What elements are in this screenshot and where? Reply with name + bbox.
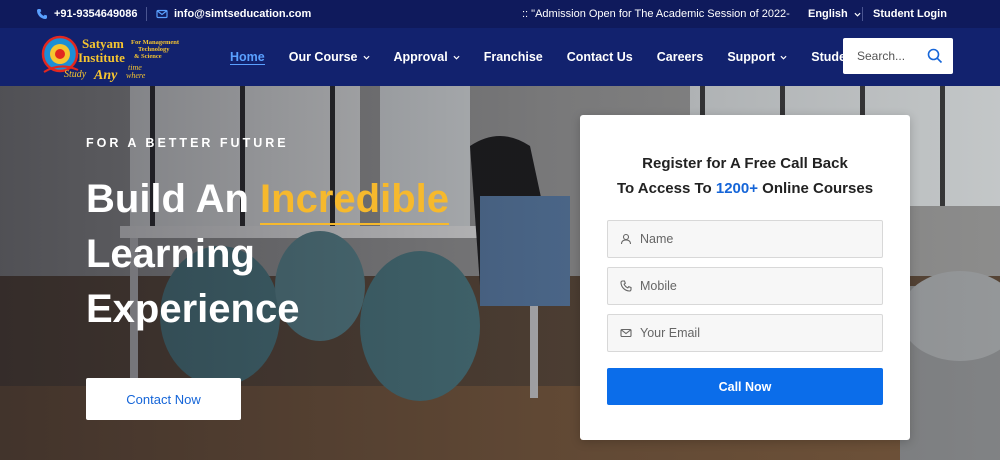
headline-part-c: Experience xyxy=(86,287,300,331)
ticker-text: :: "Admission Open for The Academic Sess… xyxy=(522,8,790,20)
nav-item-label: Contact Us xyxy=(566,50,633,64)
callback-form-card: Register for A Free Call Back To Access … xyxy=(580,115,910,440)
nav-item-label: Approval xyxy=(393,50,448,64)
chevron-down-icon xyxy=(854,12,861,17)
mobile-input[interactable] xyxy=(640,279,870,293)
logo-side-line2: Technology xyxy=(138,46,170,53)
email-input[interactable] xyxy=(640,326,870,340)
student-login-link[interactable]: Student Login xyxy=(873,0,947,28)
course-count: 1200+ xyxy=(715,180,759,197)
hero-headline: Build An Incredible Learning Experience xyxy=(86,172,526,337)
student-login-label: Student Login xyxy=(873,8,947,20)
search-icon[interactable] xyxy=(927,48,943,64)
language-selector[interactable]: English xyxy=(808,0,861,28)
name-field[interactable] xyxy=(607,220,883,258)
divider xyxy=(862,7,863,21)
nav-menu: Home Our Course Approval Franchise Contact U… xyxy=(230,28,927,86)
nav-item-label: Careers xyxy=(656,50,704,64)
mobile-field[interactable] xyxy=(607,267,883,305)
nav-item-label: Franchise xyxy=(483,50,543,64)
nav-item-our-course[interactable]: Our Course xyxy=(289,28,370,86)
nav-item-label: Home xyxy=(230,50,265,64)
hero-eyebrow: FOR A BETTER FUTURE xyxy=(86,136,289,150)
mail-icon xyxy=(156,9,168,19)
phone-contact[interactable]: +91-9354649086 xyxy=(36,0,138,28)
announcement-ticker: :: "Admission Open for The Academic Sess… xyxy=(522,0,790,28)
chevron-down-icon xyxy=(453,55,460,60)
form-title-line2-b: Online Courses xyxy=(758,180,874,197)
nav-item-home[interactable]: Home xyxy=(230,28,265,86)
email-contact[interactable]: info@simtseducation.com xyxy=(156,0,311,28)
hero-section: FOR A BETTER FUTURE Build An Incredible … xyxy=(0,86,1000,460)
form-title: Register for A Free Call Back To Access … xyxy=(580,151,910,201)
user-icon xyxy=(620,233,632,245)
nav-item-label: Our Course xyxy=(288,50,358,64)
phone-icon xyxy=(620,280,632,292)
name-input[interactable] xyxy=(640,232,870,246)
nav-item-label: Support xyxy=(727,50,776,64)
main-nav: Satyam Institute For Management Technolo… xyxy=(0,28,1000,86)
form-title-line1: Register for A Free Call Back xyxy=(642,155,848,172)
headline-highlight: Incredible xyxy=(260,177,449,225)
nav-item-careers[interactable]: Careers xyxy=(657,28,704,86)
logo-tagline-study: Study xyxy=(64,69,87,80)
logo-name-line2: Institute xyxy=(78,50,125,65)
phone-icon xyxy=(37,9,47,19)
logo-tagline-any: Any xyxy=(93,68,118,82)
top-bar: +91-9354649086 info@simtseducation.com :… xyxy=(0,0,1000,28)
nav-item-contact-us[interactable]: Contact Us xyxy=(567,28,633,86)
nav-item-support[interactable]: Support xyxy=(727,28,787,86)
contact-now-button[interactable]: Contact Now xyxy=(86,378,241,420)
email-address: info@simtseducation.com xyxy=(174,8,312,20)
logo-tagline-where: where xyxy=(126,71,146,80)
nav-item-approval[interactable]: Approval xyxy=(394,28,460,86)
headline-part-a: Build An xyxy=(86,177,261,221)
logo-name-line1: Satyam xyxy=(82,36,124,51)
form-title-line2-a: To Access To xyxy=(616,180,716,197)
email-field[interactable] xyxy=(607,314,883,352)
nav-item-franchise[interactable]: Franchise xyxy=(484,28,543,86)
phone-number: +91-9354649086 xyxy=(54,8,138,20)
search-input[interactable] xyxy=(857,49,921,63)
call-now-button[interactable]: Call Now xyxy=(607,368,883,405)
logo-side-line1: For Management xyxy=(131,39,180,46)
chevron-down-icon xyxy=(780,55,787,60)
language-label: English xyxy=(808,8,848,20)
search-box[interactable] xyxy=(843,38,953,74)
headline-part-b: Learning xyxy=(86,232,255,276)
divider xyxy=(146,7,147,21)
site-logo[interactable]: Satyam Institute For Management Technolo… xyxy=(38,32,198,82)
logo-side-line3: & Science xyxy=(134,53,162,60)
mail-icon xyxy=(620,328,632,338)
chevron-down-icon xyxy=(362,55,370,60)
